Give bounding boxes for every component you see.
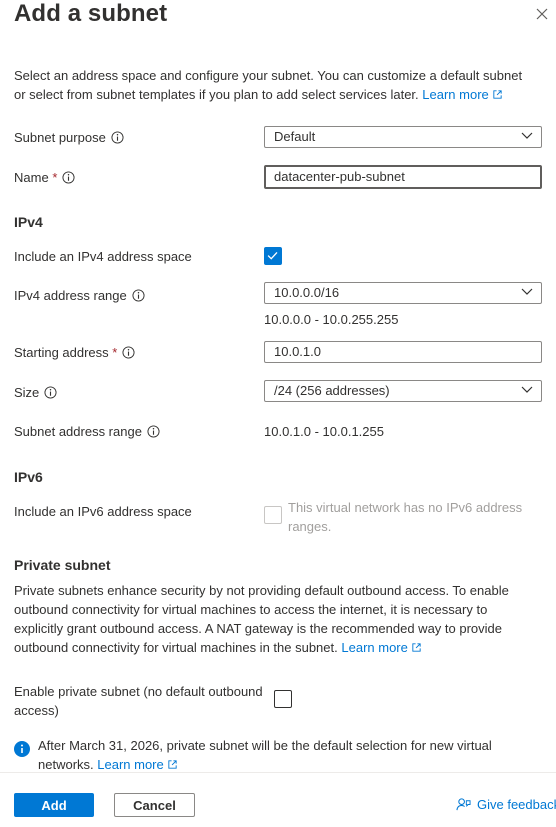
learn-more-label: Learn more xyxy=(422,87,489,102)
external-link-icon xyxy=(493,90,502,99)
give-feedback-label: Give feedback xyxy=(477,797,556,812)
chevron-down-icon xyxy=(521,386,533,393)
notice-learn-more-link[interactable]: Learn more xyxy=(97,757,177,772)
subnet-purpose-text: Subnet purpose xyxy=(14,130,106,145)
subnet-range-text: Subnet address range xyxy=(14,424,142,439)
size-text: Size xyxy=(14,385,40,400)
include-ipv6-checkbox[interactable] xyxy=(264,506,282,524)
give-feedback-link[interactable]: Give feedback xyxy=(456,797,556,812)
learn-more-label: Learn more xyxy=(341,640,408,655)
ipv4-range-dropdown[interactable]: 10.0.0.0/16 xyxy=(264,282,542,304)
ipv4-range-hint: 10.0.0.0 - 10.0.255.255 xyxy=(264,312,399,327)
include-ipv6-label: Include an IPv6 address space xyxy=(14,504,192,519)
enable-private-label: Enable private subnet (no default outbou… xyxy=(14,684,263,718)
footer-divider xyxy=(0,772,556,773)
size-dropdown[interactable]: /24 (256 addresses) xyxy=(264,380,542,402)
info-icon[interactable] xyxy=(147,425,160,438)
required-marker: * xyxy=(52,170,58,185)
info-icon[interactable] xyxy=(44,386,57,399)
info-icon[interactable] xyxy=(132,289,145,302)
name-value: datacenter-pub-subnet xyxy=(274,169,405,184)
starting-address-value: 10.0.1.0 xyxy=(274,344,321,359)
name-label: Name * xyxy=(14,170,75,185)
subnet-range-value: 10.0.1.0 - 10.0.1.255 xyxy=(264,424,384,439)
size-value: /24 (256 addresses) xyxy=(274,383,390,398)
cancel-button[interactable]: Cancel xyxy=(114,793,195,817)
intro-text: Select an address space and configure yo… xyxy=(14,66,534,104)
chevron-down-icon xyxy=(521,132,533,139)
name-text: Name xyxy=(14,170,49,185)
info-icon[interactable] xyxy=(62,171,75,184)
learn-more-label: Learn more xyxy=(97,757,164,772)
subnet-purpose-value: Default xyxy=(274,129,316,144)
external-link-icon xyxy=(412,643,421,652)
feedback-icon xyxy=(456,798,471,811)
info-filled-icon xyxy=(14,741,30,757)
include-ipv4-checkbox[interactable] xyxy=(264,247,282,265)
close-icon[interactable] xyxy=(534,6,550,22)
private-subnet-notice: After March 31, 2026, private subnet wil… xyxy=(38,736,538,774)
ipv4-range-label: IPv4 address range xyxy=(14,288,145,303)
private-subnet-heading: Private subnet xyxy=(14,557,111,573)
external-link-icon xyxy=(168,760,177,769)
required-marker: * xyxy=(112,345,118,360)
add-button[interactable]: Add xyxy=(14,793,94,817)
enable-private-checkbox[interactable] xyxy=(274,690,292,708)
ipv4-heading: IPv4 xyxy=(14,214,43,230)
info-icon[interactable] xyxy=(122,346,135,359)
intro-learn-more-link[interactable]: Learn more xyxy=(422,87,502,102)
subnet-purpose-dropdown[interactable]: Default xyxy=(264,126,542,148)
page-title: Add a subnet xyxy=(14,0,168,27)
size-label: Size xyxy=(14,385,57,400)
chevron-down-icon xyxy=(521,288,533,295)
starting-address-label: Starting address * xyxy=(14,345,135,360)
private-learn-more-link[interactable]: Learn more xyxy=(341,640,421,655)
checkmark-icon xyxy=(267,251,278,260)
subnet-purpose-label: Subnet purpose xyxy=(14,130,124,145)
ipv4-range-text: IPv4 address range xyxy=(14,288,127,303)
name-input[interactable]: datacenter-pub-subnet xyxy=(264,165,542,189)
private-subnet-description: Private subnets enhance security by not … xyxy=(14,581,534,657)
starting-address-input[interactable]: 10.0.1.0 xyxy=(264,341,542,363)
starting-address-text: Starting address xyxy=(14,345,109,360)
subnet-range-label: Subnet address range xyxy=(14,424,160,439)
ipv6-heading: IPv6 xyxy=(14,469,43,485)
ipv4-range-value: 10.0.0.0/16 xyxy=(274,285,340,300)
private-subnet-text: Private subnets enhance security by not … xyxy=(14,583,509,655)
include-ipv4-label: Include an IPv4 address space xyxy=(14,249,192,264)
info-icon[interactable] xyxy=(111,131,124,144)
ipv6-disabled-note: This virtual network has no IPv6 address… xyxy=(288,500,523,534)
